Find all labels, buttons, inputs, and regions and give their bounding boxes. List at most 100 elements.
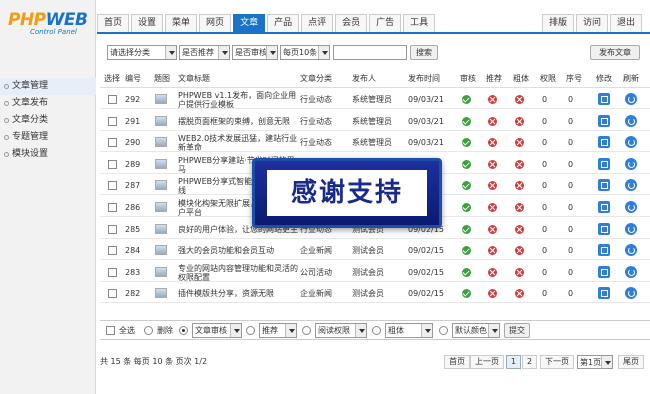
- bulk-color-select[interactable]: 默认颜色: [452, 323, 500, 338]
- check-icon[interactable]: [462, 246, 471, 256]
- prev-page-button[interactable]: 上一页: [470, 355, 504, 369]
- recommend-select[interactable]: 是否推荐: [179, 45, 230, 60]
- edit-icon[interactable]: [598, 287, 610, 300]
- check-icon[interactable]: [462, 95, 471, 104]
- image-icon[interactable]: [155, 158, 167, 169]
- image-icon[interactable]: [155, 288, 167, 299]
- edit-icon[interactable]: [598, 244, 610, 257]
- image-icon[interactable]: [155, 223, 167, 234]
- cross-icon[interactable]: [515, 116, 524, 126]
- tab-products[interactable]: 产品: [267, 14, 300, 32]
- tab-articles[interactable]: 文章: [233, 14, 266, 32]
- cross-icon[interactable]: [488, 267, 497, 277]
- tab-reviews[interactable]: 点评: [301, 14, 334, 32]
- row-checkbox[interactable]: [108, 116, 117, 126]
- image-icon[interactable]: [155, 94, 167, 104]
- check-icon[interactable]: [462, 116, 471, 126]
- edit-icon[interactable]: [598, 136, 610, 149]
- check-icon[interactable]: [462, 138, 471, 148]
- refresh-icon[interactable]: [625, 244, 637, 257]
- next-page-button[interactable]: 下一页: [540, 355, 574, 369]
- cross-icon[interactable]: [488, 203, 497, 212]
- row-checkbox[interactable]: [108, 267, 117, 277]
- permission-radio[interactable]: [302, 326, 311, 335]
- check-icon[interactable]: [462, 289, 471, 299]
- sidebar-item-article-manage[interactable]: 文章管理: [0, 78, 96, 95]
- submit-button[interactable]: 提交: [504, 323, 530, 338]
- page-1-button[interactable]: 1: [506, 355, 522, 369]
- tab-layout[interactable]: 排版: [541, 14, 574, 32]
- row-checkbox[interactable]: [108, 224, 117, 234]
- sidebar-item-topic-manage[interactable]: 专题管理: [0, 129, 96, 146]
- per-page-select[interactable]: 每页10条: [280, 45, 330, 60]
- check-icon[interactable]: [462, 203, 471, 212]
- edit-icon[interactable]: [598, 157, 610, 170]
- cross-icon[interactable]: [515, 246, 524, 256]
- refresh-icon[interactable]: [625, 179, 637, 192]
- cross-icon[interactable]: [515, 267, 524, 277]
- sidebar-item-article-publish[interactable]: 文章发布: [0, 95, 96, 112]
- select-all-checkbox[interactable]: [106, 326, 115, 335]
- row-checkbox[interactable]: [108, 181, 117, 191]
- sidebar-item-module-settings[interactable]: 模块设置: [0, 146, 96, 163]
- bulk-permission-select[interactable]: 阅读权限: [315, 323, 367, 338]
- refresh-icon[interactable]: [625, 114, 637, 127]
- cross-icon[interactable]: [488, 159, 497, 169]
- recommend-radio[interactable]: [246, 326, 255, 335]
- cross-icon[interactable]: [488, 224, 497, 234]
- check-icon[interactable]: [462, 181, 471, 191]
- row-title[interactable]: 强大的会员功能和会员互动: [178, 241, 298, 260]
- cross-icon[interactable]: [488, 116, 497, 126]
- tab-visit[interactable]: 访问: [575, 14, 608, 32]
- page-2-button[interactable]: 2: [522, 355, 538, 369]
- row-checkbox[interactable]: [108, 95, 117, 104]
- check-icon[interactable]: [462, 267, 471, 277]
- refresh-icon[interactable]: [625, 93, 637, 105]
- audit-radio[interactable]: [179, 326, 188, 335]
- tab-menu[interactable]: 菜单: [165, 14, 198, 32]
- edit-icon[interactable]: [598, 179, 610, 192]
- cross-icon[interactable]: [515, 203, 524, 212]
- cross-icon[interactable]: [488, 181, 497, 191]
- check-icon[interactable]: [462, 159, 471, 169]
- row-checkbox[interactable]: [108, 138, 117, 148]
- edit-icon[interactable]: [598, 222, 610, 235]
- row-title[interactable]: WEB2.0技术发展迅猛，建站行业新革命: [178, 134, 298, 153]
- row-title[interactable]: 插件模版共分享，资源无限: [178, 284, 298, 303]
- tab-logout[interactable]: 退出: [609, 14, 642, 32]
- cross-icon[interactable]: [488, 289, 497, 299]
- search-input[interactable]: [333, 45, 407, 60]
- cross-icon[interactable]: [515, 159, 524, 169]
- image-icon[interactable]: [155, 180, 167, 191]
- row-checkbox[interactable]: [108, 246, 117, 256]
- edit-icon[interactable]: [598, 93, 610, 105]
- refresh-icon[interactable]: [625, 136, 637, 149]
- edit-icon[interactable]: [598, 114, 610, 127]
- bulk-recommend-select[interactable]: 推荐: [259, 323, 297, 338]
- check-icon[interactable]: [462, 224, 471, 234]
- cross-icon[interactable]: [515, 289, 524, 299]
- tab-members[interactable]: 会员: [335, 14, 368, 32]
- first-page-button[interactable]: 首页: [444, 355, 470, 369]
- refresh-icon[interactable]: [625, 201, 637, 213]
- page-select[interactable]: 第1页: [577, 355, 613, 369]
- image-icon[interactable]: [155, 245, 167, 256]
- image-icon[interactable]: [155, 115, 167, 126]
- row-checkbox[interactable]: [108, 159, 117, 169]
- header-id[interactable]: 编号: [125, 70, 141, 88]
- cross-icon[interactable]: [488, 138, 497, 148]
- refresh-icon[interactable]: [625, 222, 637, 235]
- row-title[interactable]: 摆脱页面框架的束缚，创意无限: [178, 112, 298, 131]
- tab-pages[interactable]: 网页: [199, 14, 232, 32]
- tab-settings[interactable]: 设置: [131, 14, 164, 32]
- row-title[interactable]: 专业的网站内容管理功能和灵活的权限配置: [178, 264, 298, 283]
- last-page-button[interactable]: 尾页: [618, 355, 644, 369]
- cross-icon[interactable]: [488, 95, 497, 104]
- edit-icon[interactable]: [598, 201, 610, 213]
- refresh-icon[interactable]: [625, 157, 637, 170]
- image-icon[interactable]: [155, 137, 167, 148]
- delete-radio[interactable]: [144, 326, 153, 335]
- tab-home[interactable]: 首页: [97, 14, 130, 32]
- audit-select[interactable]: 是否审核: [232, 45, 278, 60]
- cross-icon[interactable]: [515, 181, 524, 191]
